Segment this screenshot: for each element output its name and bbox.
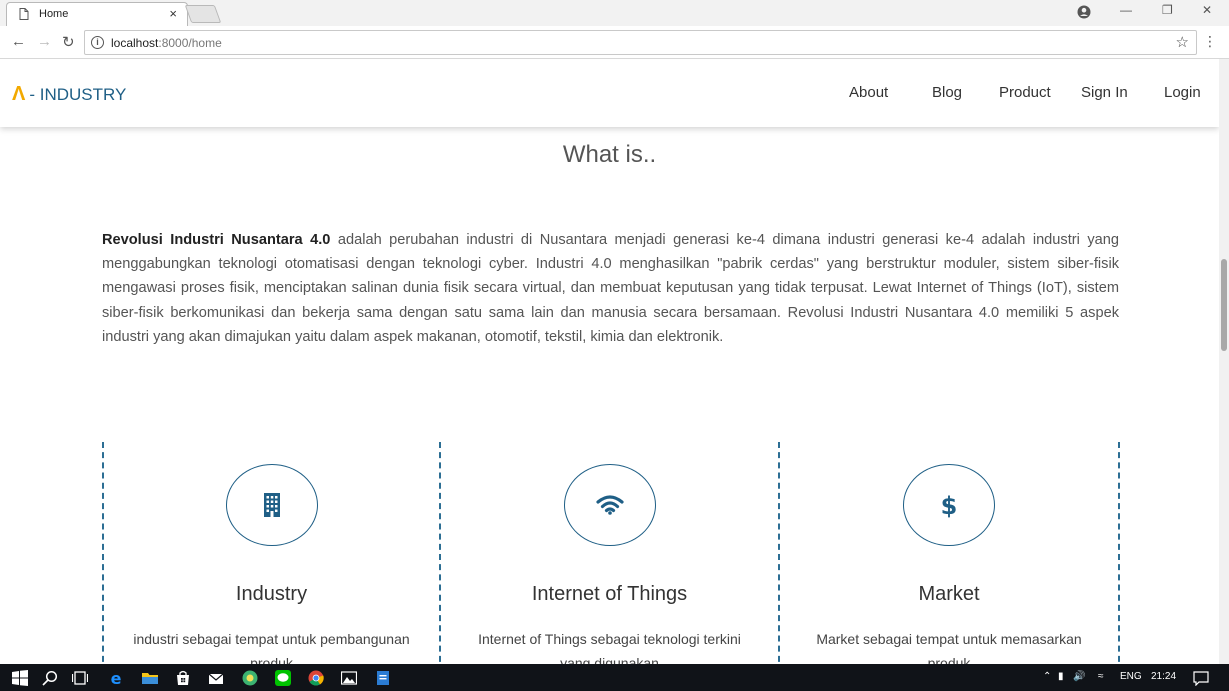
new-tab-button[interactable] <box>184 5 222 23</box>
building-icon <box>264 493 280 517</box>
edge-icon[interactable]: e <box>108 670 124 686</box>
mail-icon[interactable] <box>208 670 224 686</box>
minimize-icon[interactable]: — <box>1120 3 1132 17</box>
page-icon <box>19 8 29 20</box>
forward-icon[interactable]: → <box>37 33 52 50</box>
site-navbar: Λ- INDUSTRY About Blog Product Sign In L… <box>0 59 1219 127</box>
feature-icon-circle: $ <box>903 464 995 546</box>
dollar-icon: $ <box>941 492 957 519</box>
battery-icon[interactable]: ▮ <box>1058 671 1064 682</box>
wifi-icon <box>596 495 624 515</box>
action-center-icon[interactable] <box>1193 670 1209 686</box>
nav-sign-in[interactable]: Sign In <box>1081 84 1128 101</box>
browser-titlebar: Home × — ❐ ✕ <box>0 0 1229 26</box>
restore-icon[interactable]: ❐ <box>1162 3 1173 17</box>
chrome-icon[interactable] <box>308 670 324 686</box>
feature-icon-circle <box>564 464 656 546</box>
page-scrollbar[interactable] <box>1219 59 1229 664</box>
feature-title: Market <box>918 583 980 605</box>
features-row: Industry industri sebagai tempat untuk p… <box>102 442 1120 664</box>
browser-toolbar: ← → ↻ i localhost:8000/home ☆ ⋮ <box>0 26 1229 59</box>
back-icon[interactable]: ← <box>11 33 26 50</box>
nav-blog[interactable]: Blog <box>932 84 962 101</box>
url-text: localhost:8000/home <box>111 36 222 50</box>
info-icon[interactable]: i <box>91 36 104 49</box>
app-green-icon[interactable] <box>242 670 258 686</box>
menu-icon[interactable]: ⋮ <box>1203 33 1217 50</box>
intro-paragraph: Revolusi Industri Nusantara 4.0 adalah p… <box>102 228 1119 349</box>
file-explorer-icon[interactable] <box>142 670 158 686</box>
intro-text: adalah perubahan industri di Nusantara m… <box>102 232 1119 345</box>
svg-text:$: $ <box>941 492 957 519</box>
site-logo[interactable]: Λ- INDUSTRY <box>12 83 126 106</box>
logo-mark: Λ <box>12 83 26 105</box>
feature-title: Internet of Things <box>531 583 688 605</box>
nav-product[interactable]: Product <box>999 84 1051 101</box>
feature-industry: Industry industri sebagai tempat untuk p… <box>104 442 439 664</box>
nav-about[interactable]: About <box>849 84 888 101</box>
tray-chevron-icon[interactable]: ⌃ <box>1043 671 1051 682</box>
line-icon[interactable] <box>275 670 291 686</box>
reload-icon[interactable]: ↻ <box>62 33 75 51</box>
feature-desc: Market sebagai tempat untuk memasarkan p… <box>816 631 1082 664</box>
profile-icon[interactable] <box>1077 5 1091 19</box>
windows-taskbar: e ⌃ ▮ 🔊 ≈ ENG 21:24 <box>0 664 1229 691</box>
dashed-divider <box>1118 442 1120 664</box>
language-indicator[interactable]: ENG <box>1120 671 1142 682</box>
address-bar[interactable]: i localhost:8000/home ☆ <box>84 30 1197 55</box>
svg-text:e: e <box>111 670 122 686</box>
tab-close-icon[interactable]: × <box>169 6 177 21</box>
feature-title: Industry <box>235 583 308 605</box>
feature-market: $ Market Market sebagai tempat untuk mem… <box>780 442 1118 664</box>
store-icon[interactable] <box>175 670 191 686</box>
volume-icon[interactable]: 🔊 <box>1073 671 1085 682</box>
section-title: What is.. <box>562 141 657 168</box>
logo-text: - INDUSTRY <box>29 85 127 104</box>
task-view-icon[interactable] <box>72 670 88 686</box>
search-icon[interactable] <box>42 670 58 686</box>
intro-bold: Revolusi Industri Nusantara 4.0 <box>102 232 331 248</box>
browser-tab-home[interactable]: Home × <box>6 2 188 26</box>
document-app-icon[interactable] <box>375 670 391 686</box>
bookmark-star-icon[interactable]: ☆ <box>1176 33 1189 51</box>
feature-desc: industri sebagai tempat untuk pembanguna… <box>133 631 410 664</box>
feature-icon-circle <box>226 464 318 546</box>
wifi-tray-icon[interactable]: ≈ <box>1098 671 1104 682</box>
page-viewport: Λ- INDUSTRY About Blog Product Sign In L… <box>0 59 1219 664</box>
photos-icon[interactable] <box>341 670 357 686</box>
nav-login[interactable]: Login <box>1164 84 1201 101</box>
close-window-icon[interactable]: ✕ <box>1202 3 1212 17</box>
windows-start-icon[interactable] <box>12 670 28 686</box>
feature-iot: Internet of Things Internet of Things se… <box>441 442 778 664</box>
tab-title: Home <box>39 8 69 20</box>
scrollbar-thumb[interactable] <box>1221 259 1227 351</box>
feature-desc: Internet of Things sebagai teknologi ter… <box>478 631 741 664</box>
clock[interactable]: 21:24 <box>1151 671 1176 682</box>
